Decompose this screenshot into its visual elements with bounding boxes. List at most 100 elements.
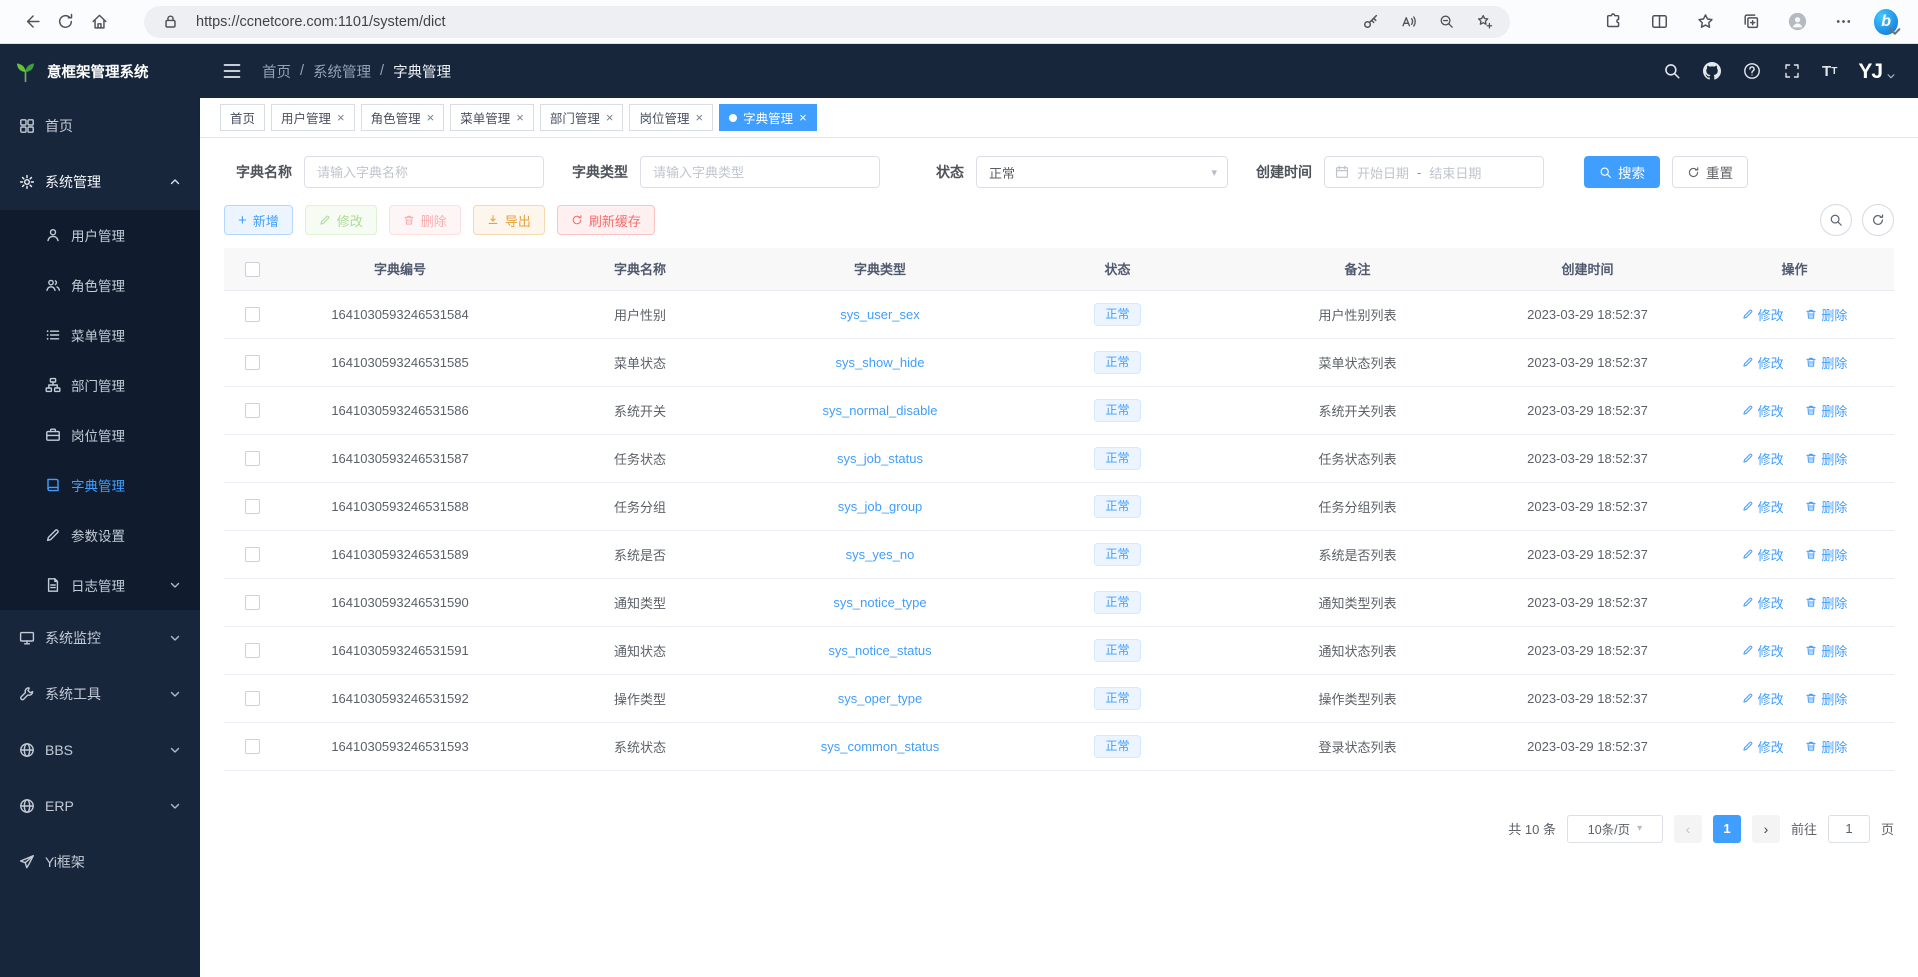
row-delete-button[interactable]: 删除 bbox=[1805, 593, 1847, 612]
row-checkbox[interactable] bbox=[245, 595, 260, 610]
row-delete-button[interactable]: 删除 bbox=[1805, 737, 1847, 756]
browser-home-button[interactable] bbox=[82, 5, 116, 39]
date-range-picker[interactable]: 开始日期 - 结束日期 bbox=[1324, 156, 1544, 188]
table-row[interactable]: 1641030593246531589 系统是否 sys_yes_no 正常 系… bbox=[224, 530, 1894, 578]
status-select[interactable]: 正常 ▾ bbox=[976, 156, 1228, 188]
select-all-checkbox[interactable] bbox=[245, 262, 260, 277]
page-size-select[interactable]: 10条/页 ▾ bbox=[1567, 815, 1663, 843]
row-checkbox[interactable] bbox=[245, 643, 260, 658]
collections-icon[interactable] bbox=[1736, 7, 1766, 37]
table-row[interactable]: 1641030593246531585 菜单状态 sys_show_hide 正… bbox=[224, 338, 1894, 386]
row-edit-button[interactable]: 修改 bbox=[1742, 689, 1784, 708]
profile-avatar[interactable] bbox=[1782, 7, 1812, 37]
row-edit-button[interactable]: 修改 bbox=[1742, 641, 1784, 660]
edit-button[interactable]: 修改 bbox=[305, 205, 377, 235]
dict-type-link[interactable]: sys_oper_type bbox=[838, 691, 923, 706]
github-icon[interactable] bbox=[1702, 62, 1721, 81]
table-row[interactable]: 1641030593246531592 操作类型 sys_oper_type 正… bbox=[224, 674, 1894, 722]
row-checkbox[interactable] bbox=[245, 451, 260, 466]
dict-name-input[interactable] bbox=[304, 156, 544, 188]
dict-type-link[interactable]: sys_notice_type bbox=[833, 595, 926, 610]
add-button[interactable]: + 新增 bbox=[224, 205, 293, 235]
table-row[interactable]: 1641030593246531584 用户性别 sys_user_sex 正常… bbox=[224, 290, 1894, 338]
dict-type-link[interactable]: sys_common_status bbox=[821, 739, 940, 754]
password-key-icon[interactable] bbox=[1358, 10, 1382, 34]
goto-page-input[interactable] bbox=[1828, 815, 1870, 843]
add-favorite-icon[interactable] bbox=[1472, 10, 1496, 34]
tab-close-icon[interactable]: × bbox=[695, 111, 703, 124]
sidebar-item-erp[interactable]: ERP bbox=[0, 778, 200, 834]
browser-back-button[interactable] bbox=[14, 5, 48, 39]
table-row[interactable]: 1641030593246531588 任务分组 sys_job_group 正… bbox=[224, 482, 1894, 530]
tab-close-icon[interactable]: × bbox=[799, 111, 807, 124]
row-checkbox[interactable] bbox=[245, 355, 260, 370]
sidebar-item-post-management[interactable]: 岗位管理 bbox=[0, 410, 200, 460]
read-aloud-icon[interactable] bbox=[1396, 10, 1420, 34]
split-screen-icon[interactable] bbox=[1644, 7, 1674, 37]
row-edit-button[interactable]: 修改 bbox=[1742, 737, 1784, 756]
tab-close-icon[interactable]: × bbox=[337, 111, 345, 124]
sidebar-item-bbs[interactable]: BBS bbox=[0, 722, 200, 778]
dict-type-input[interactable] bbox=[640, 156, 880, 188]
row-delete-button[interactable]: 删除 bbox=[1805, 497, 1847, 516]
font-size-icon[interactable]: TT bbox=[1822, 62, 1837, 81]
page-number-1[interactable]: 1 bbox=[1713, 815, 1741, 843]
tab-dept-management[interactable]: 部门管理× bbox=[540, 104, 624, 131]
tab-user-management[interactable]: 用户管理× bbox=[271, 104, 355, 131]
next-page-button[interactable]: › bbox=[1752, 815, 1780, 843]
lock-icon[interactable] bbox=[158, 10, 182, 34]
sidebar-item-system-monitor[interactable]: 系统监控 bbox=[0, 610, 200, 666]
export-button[interactable]: 导出 bbox=[473, 205, 545, 235]
tab-post-management[interactable]: 岗位管理× bbox=[629, 104, 713, 131]
row-delete-button[interactable]: 删除 bbox=[1805, 545, 1847, 564]
row-checkbox[interactable] bbox=[245, 307, 260, 322]
dict-type-link[interactable]: sys_user_sex bbox=[840, 307, 919, 322]
zoom-out-icon[interactable] bbox=[1434, 10, 1458, 34]
dict-type-link[interactable]: sys_yes_no bbox=[846, 547, 915, 562]
tab-dict-management[interactable]: 字典管理× bbox=[719, 104, 817, 131]
prev-page-button[interactable]: ‹ bbox=[1674, 815, 1702, 843]
table-row[interactable]: 1641030593246531593 系统状态 sys_common_stat… bbox=[224, 722, 1894, 770]
row-edit-button[interactable]: 修改 bbox=[1742, 593, 1784, 612]
row-edit-button[interactable]: 修改 bbox=[1742, 545, 1784, 564]
fullscreen-icon[interactable] bbox=[1782, 62, 1801, 81]
sidebar-item-log-management[interactable]: 日志管理 bbox=[0, 560, 200, 610]
table-row[interactable]: 1641030593246531591 通知状态 sys_notice_stat… bbox=[224, 626, 1894, 674]
sidebar-toggle-button[interactable] bbox=[222, 61, 242, 81]
table-row[interactable]: 1641030593246531587 任务状态 sys_job_status … bbox=[224, 434, 1894, 482]
toggle-search-button[interactable] bbox=[1820, 204, 1852, 236]
row-checkbox[interactable] bbox=[245, 403, 260, 418]
tab-menu-management[interactable]: 菜单管理× bbox=[450, 104, 534, 131]
sidebar-item-dept-management[interactable]: 部门管理 bbox=[0, 360, 200, 410]
sidebar-item-yi-framework[interactable]: Yi框架 bbox=[0, 834, 200, 890]
row-checkbox[interactable] bbox=[245, 691, 260, 706]
more-menu-icon[interactable] bbox=[1828, 7, 1858, 37]
delete-button[interactable]: 删除 bbox=[389, 205, 461, 235]
row-checkbox[interactable] bbox=[245, 499, 260, 514]
sidebar-item-home[interactable]: 首页 bbox=[0, 98, 200, 154]
sidebar-item-user-management[interactable]: 用户管理 bbox=[0, 210, 200, 260]
refresh-cache-button[interactable]: 刷新缓存 bbox=[557, 205, 655, 235]
sidebar-item-system-tools[interactable]: 系统工具 bbox=[0, 666, 200, 722]
row-delete-button[interactable]: 删除 bbox=[1805, 689, 1847, 708]
row-delete-button[interactable]: 删除 bbox=[1805, 641, 1847, 660]
row-edit-button[interactable]: 修改 bbox=[1742, 449, 1784, 468]
row-delete-button[interactable]: 删除 bbox=[1805, 353, 1847, 372]
user-avatar[interactable]: YJ bbox=[1858, 61, 1896, 82]
row-delete-button[interactable]: 删除 bbox=[1805, 305, 1847, 324]
url-text[interactable]: https://ccnetcore.com:1101/system/dict bbox=[196, 14, 1344, 30]
table-row[interactable]: 1641030593246531586 系统开关 sys_normal_disa… bbox=[224, 386, 1894, 434]
favorites-icon[interactable] bbox=[1690, 7, 1720, 37]
search-button[interactable]: 搜索 bbox=[1584, 156, 1660, 188]
tab-close-icon[interactable]: × bbox=[516, 111, 524, 124]
tab-close-icon[interactable]: × bbox=[606, 111, 614, 124]
breadcrumb-home[interactable]: 首页 bbox=[262, 61, 291, 82]
dict-type-link[interactable]: sys_normal_disable bbox=[823, 403, 938, 418]
header-search-icon[interactable] bbox=[1662, 62, 1681, 81]
refresh-table-button[interactable] bbox=[1862, 204, 1894, 236]
tab-close-icon[interactable]: × bbox=[427, 111, 435, 124]
sidebar-item-param-settings[interactable]: 参数设置 bbox=[0, 510, 200, 560]
row-edit-button[interactable]: 修改 bbox=[1742, 353, 1784, 372]
row-delete-button[interactable]: 删除 bbox=[1805, 449, 1847, 468]
tab-role-management[interactable]: 角色管理× bbox=[361, 104, 445, 131]
